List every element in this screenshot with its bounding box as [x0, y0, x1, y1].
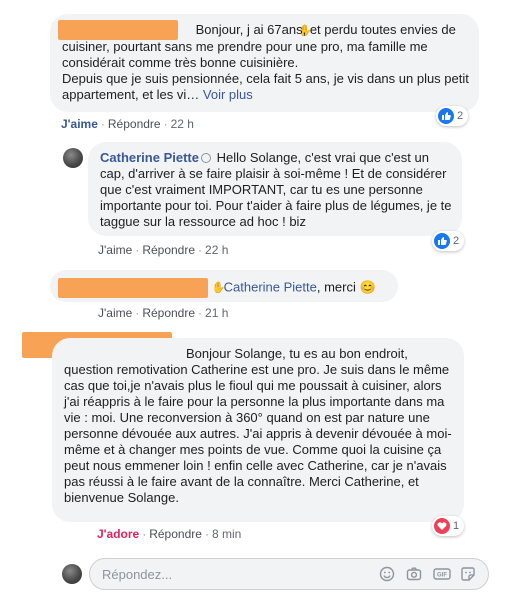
comment-bubble: Catherine Piette Hello Solange, c'est vr…	[88, 142, 462, 236]
comment-text: , merci	[316, 279, 356, 295]
emoji-icon[interactable]	[379, 566, 395, 582]
comment-actions: J'aime · Répondre · 22 h	[61, 117, 194, 131]
camera-icon[interactable]	[406, 566, 422, 582]
comment-actions: J'aime · Répondre · 21 h	[98, 306, 229, 320]
reply-button[interactable]: Répondre	[142, 243, 195, 257]
comment-bubble: Bonjour Solange, tu es au bon endroit, q…	[52, 338, 464, 522]
svg-text:GIF: GIF	[437, 573, 447, 579]
reaction-summary[interactable]: 1	[432, 516, 465, 536]
love-button[interactable]: J'adore	[97, 527, 139, 541]
reply-button[interactable]: Répondre	[108, 117, 161, 131]
see-more-link[interactable]: Voir plus	[203, 87, 253, 102]
wave-icon: ✋	[298, 25, 312, 37]
like-icon	[434, 233, 450, 249]
sticker-icon[interactable]	[460, 566, 476, 582]
comment-bubble: ✋ Bonjour, j ai 67ans, et perdu toutes e…	[50, 14, 479, 112]
timestamp[interactable]: 22 h	[205, 243, 228, 257]
redacted-author-name	[58, 278, 208, 298]
reply-button[interactable]: Répondre	[142, 306, 195, 320]
like-button[interactable]: J'aime	[98, 243, 132, 257]
avatar[interactable]	[62, 564, 82, 584]
mention-link[interactable]: Catherine Piette	[224, 279, 317, 294]
like-button[interactable]: J'aime	[98, 306, 132, 320]
reaction-count: 2	[457, 110, 464, 122]
smile-emoji-icon: 😊	[359, 279, 376, 295]
reaction-summary[interactable]: 2	[432, 231, 465, 251]
gif-icon[interactable]: GIF	[433, 566, 451, 582]
timestamp[interactable]: 8 min	[212, 527, 241, 541]
avatar[interactable]	[63, 148, 83, 168]
reply-composer[interactable]: Répondez... GIF	[89, 558, 489, 590]
comment-bubble: ✋Catherine Piette, merci 😊	[50, 270, 398, 302]
reaction-count: 2	[453, 235, 460, 247]
like-button[interactable]: J'aime	[61, 117, 98, 131]
like-icon	[438, 108, 454, 124]
timestamp[interactable]: 21 h	[205, 306, 228, 320]
reply-button[interactable]: Répondre	[149, 527, 202, 541]
wave-icon: ✋	[211, 282, 226, 295]
reaction-summary[interactable]: 2	[436, 106, 469, 126]
comment-author[interactable]: Catherine Piette	[100, 150, 199, 165]
comment-text: Bonjour Solange, tu es au bon endroit, q…	[64, 346, 452, 505]
verified-badge-icon	[200, 152, 211, 163]
timestamp[interactable]: 22 h	[171, 117, 194, 131]
comment-actions: J'adore · Répondre · 8 min	[97, 527, 242, 541]
reaction-count: 1	[453, 520, 460, 532]
comment-actions: J'aime · Répondre · 22 h	[98, 243, 229, 257]
heart-icon	[434, 518, 450, 534]
reply-input[interactable]: Répondez...	[102, 567, 172, 582]
comment-text: Bonjour, j ai 67ans, et perdu toutes env…	[62, 22, 469, 102]
